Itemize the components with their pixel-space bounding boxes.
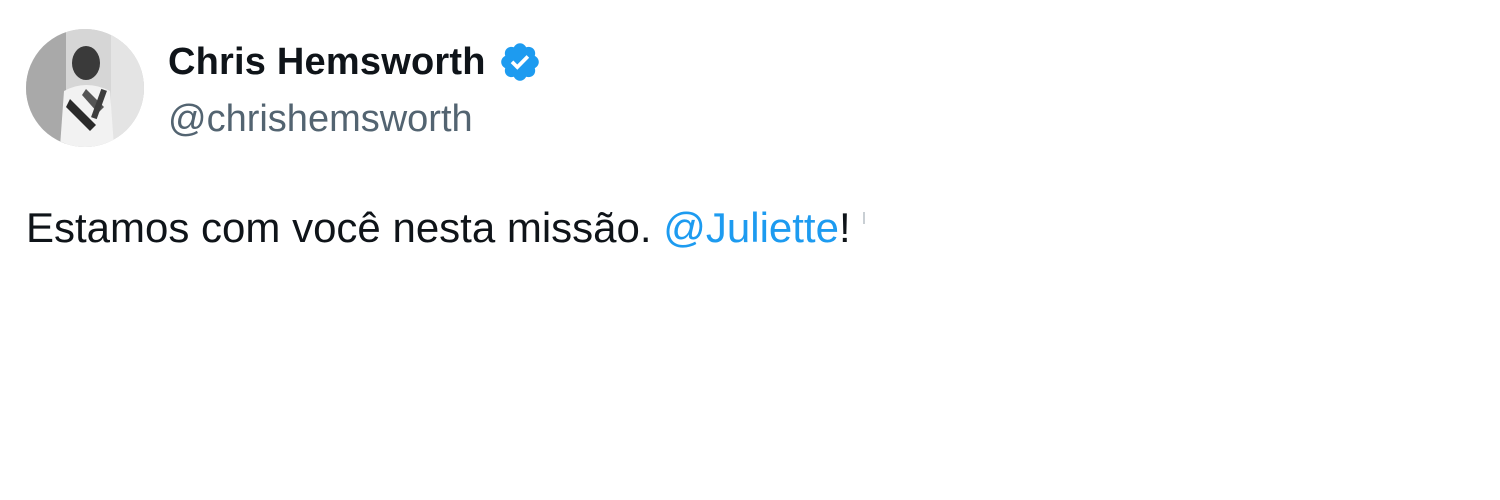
avatar-photo-icon: [26, 29, 144, 147]
display-name-row: Chris Hemsworth: [168, 38, 542, 86]
mention-link[interactable]: @Juliette: [663, 204, 839, 251]
tweet-text-body: Estamos com você nesta missão.: [26, 204, 664, 251]
text-caret: [862, 212, 865, 224]
tweet-card: Chris Hemsworth @chrishemsworth Estamos …: [0, 0, 1500, 500]
author-handle[interactable]: @chrishemsworth: [168, 98, 542, 141]
tweet-text-end: !: [838, 204, 851, 251]
author-display-name[interactable]: Chris Hemsworth: [168, 41, 486, 84]
author-names: Chris Hemsworth @chrishemsworth: [168, 38, 542, 141]
verified-badge-icon: [498, 40, 542, 84]
author-avatar[interactable]: [26, 29, 144, 147]
tweet-text: Estamos com você nesta missão. @Juliette…: [26, 204, 865, 252]
